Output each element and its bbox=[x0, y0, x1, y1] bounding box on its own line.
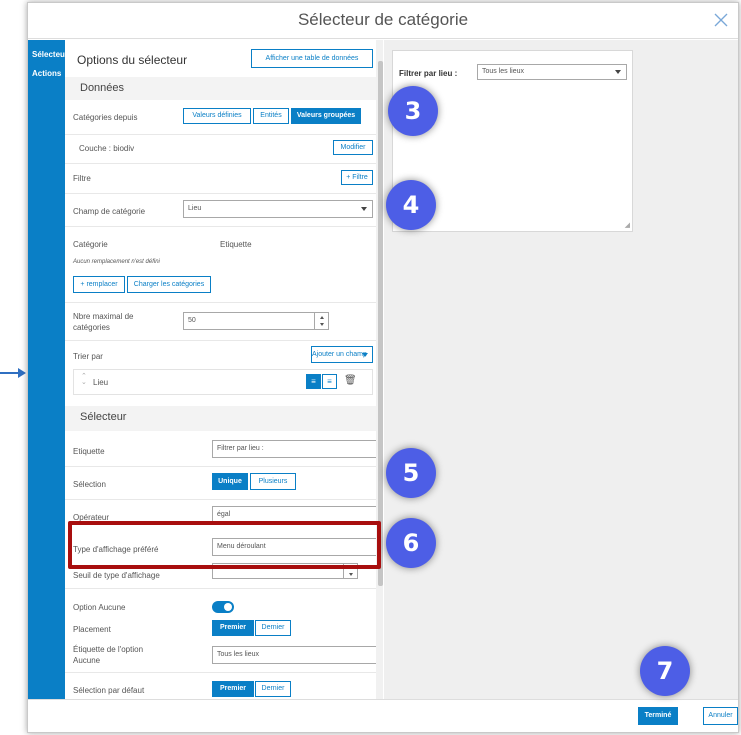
sidebar: Sélecteur Actions bbox=[28, 40, 68, 699]
chevron-down-icon bbox=[615, 70, 621, 74]
label-input-value: Filtrer par lieu : bbox=[217, 445, 264, 452]
preview-dropdown-value: Tous les lieux bbox=[482, 68, 525, 75]
operator-value: égal bbox=[217, 511, 231, 518]
divider bbox=[65, 340, 376, 341]
grouped-values-option[interactable]: Valeurs groupées bbox=[291, 108, 361, 124]
max-categories-input[interactable]: 50 bbox=[183, 312, 329, 330]
divider bbox=[65, 193, 376, 194]
multiple-selection-option[interactable]: Plusieurs bbox=[250, 473, 296, 490]
divider bbox=[65, 588, 376, 589]
cancel-button[interactable]: Annuler bbox=[703, 707, 738, 725]
load-categories-button[interactable]: Charger les catégories bbox=[127, 276, 211, 293]
step-badge-7: 7 bbox=[640, 646, 690, 696]
panel-heading: Options du sélecteur bbox=[77, 53, 188, 67]
modify-button[interactable]: Modifier bbox=[333, 140, 373, 155]
none-label-value: Tous les lieux bbox=[217, 651, 260, 658]
dialog-footer: Terminé Annuler bbox=[28, 699, 738, 732]
none-option-toggle[interactable] bbox=[212, 601, 234, 613]
step-badge-6: 6 bbox=[386, 518, 436, 568]
entities-option[interactable]: Entités bbox=[253, 108, 289, 124]
sort-descending-icon[interactable]: ≡ bbox=[322, 374, 337, 389]
divider bbox=[65, 302, 376, 303]
sort-field-row: ⌃ ⌄ Lieu ≡ ≡ 🗑 bbox=[73, 369, 373, 395]
show-data-table-button[interactable]: Afficher une table de données bbox=[251, 49, 373, 68]
category-field-select[interactable]: Lieu bbox=[183, 200, 373, 218]
stepper-down-icon[interactable] bbox=[349, 573, 353, 576]
override-button[interactable]: + remplacer bbox=[73, 276, 125, 293]
data-section-header: Données bbox=[65, 77, 376, 100]
dialog-title: Sélecteur de catégorie bbox=[297, 10, 469, 29]
highlight-frame bbox=[68, 521, 381, 569]
divider bbox=[65, 163, 376, 164]
sort-ascending-icon[interactable]: ≡ bbox=[306, 374, 321, 389]
divider bbox=[65, 672, 376, 673]
divider bbox=[65, 134, 376, 135]
placement-last-option[interactable]: Dernier bbox=[255, 620, 291, 636]
drag-handle-icon[interactable]: ⌃ ⌄ bbox=[81, 373, 87, 386]
divider bbox=[65, 226, 376, 227]
sort-field-name: Lieu bbox=[93, 378, 109, 387]
close-icon[interactable] bbox=[712, 11, 730, 29]
selector-section-title: Sélecteur bbox=[80, 411, 127, 423]
label-input[interactable]: Filtrer par lieu : bbox=[212, 440, 383, 458]
stepper-down-icon[interactable] bbox=[320, 323, 324, 326]
defined-values-option[interactable]: Valeurs définies bbox=[183, 108, 251, 124]
step-badge-4: 4 bbox=[386, 180, 436, 230]
done-button[interactable]: Terminé bbox=[638, 707, 678, 725]
step-badge-3: 3 bbox=[388, 86, 438, 136]
preview-dropdown[interactable]: Tous les lieux bbox=[477, 64, 627, 80]
panel-scrollbar-thumb[interactable] bbox=[378, 61, 383, 586]
chevron-down-icon bbox=[361, 207, 367, 211]
toggle-knob bbox=[224, 603, 232, 611]
category-field-value: Lieu bbox=[188, 205, 202, 212]
add-filter-button[interactable]: + Filtre bbox=[341, 170, 373, 185]
sidebar-item-actions[interactable]: Actions bbox=[28, 59, 65, 78]
divider bbox=[65, 466, 376, 467]
number-stepper[interactable] bbox=[314, 313, 328, 329]
dialog-titlebar: Sélecteur de catégorie bbox=[28, 3, 738, 39]
chevron-down-icon bbox=[362, 353, 368, 357]
pointer-arrow-icon bbox=[0, 368, 26, 378]
placement-first-option[interactable]: Premier bbox=[212, 620, 254, 636]
data-section-title: Données bbox=[80, 82, 125, 94]
preview-area: Filtrer par lieu : Tous les lieux ◢ bbox=[384, 40, 738, 699]
stepper-up-icon[interactable] bbox=[320, 316, 324, 319]
single-selection-option[interactable]: Unique bbox=[212, 473, 248, 490]
sidebar-item-selector[interactable]: Sélecteur bbox=[28, 40, 68, 59]
options-panel: Options du sélecteur Afficher une table … bbox=[65, 40, 383, 699]
add-field-label: Ajouter un champ bbox=[312, 351, 367, 358]
category-selector-dialog: Sélecteur de catégorie Sélecteur Actions… bbox=[27, 2, 739, 733]
add-field-button[interactable]: Ajouter un champ bbox=[311, 346, 373, 363]
none-label-input[interactable]: Tous les lieux bbox=[212, 646, 383, 664]
trash-icon[interactable]: 🗑 bbox=[344, 375, 357, 386]
resize-handle-icon[interactable]: ◢ bbox=[625, 221, 630, 229]
default-first-option[interactable]: Premier bbox=[212, 681, 254, 697]
preview-filter-label: Filtrer par lieu : bbox=[399, 69, 458, 78]
selector-section-header: Sélecteur bbox=[65, 406, 376, 431]
max-categories-value: 50 bbox=[188, 317, 196, 324]
step-badge-5: 5 bbox=[386, 448, 436, 498]
default-last-option[interactable]: Dernier bbox=[255, 681, 291, 697]
divider bbox=[65, 499, 376, 500]
